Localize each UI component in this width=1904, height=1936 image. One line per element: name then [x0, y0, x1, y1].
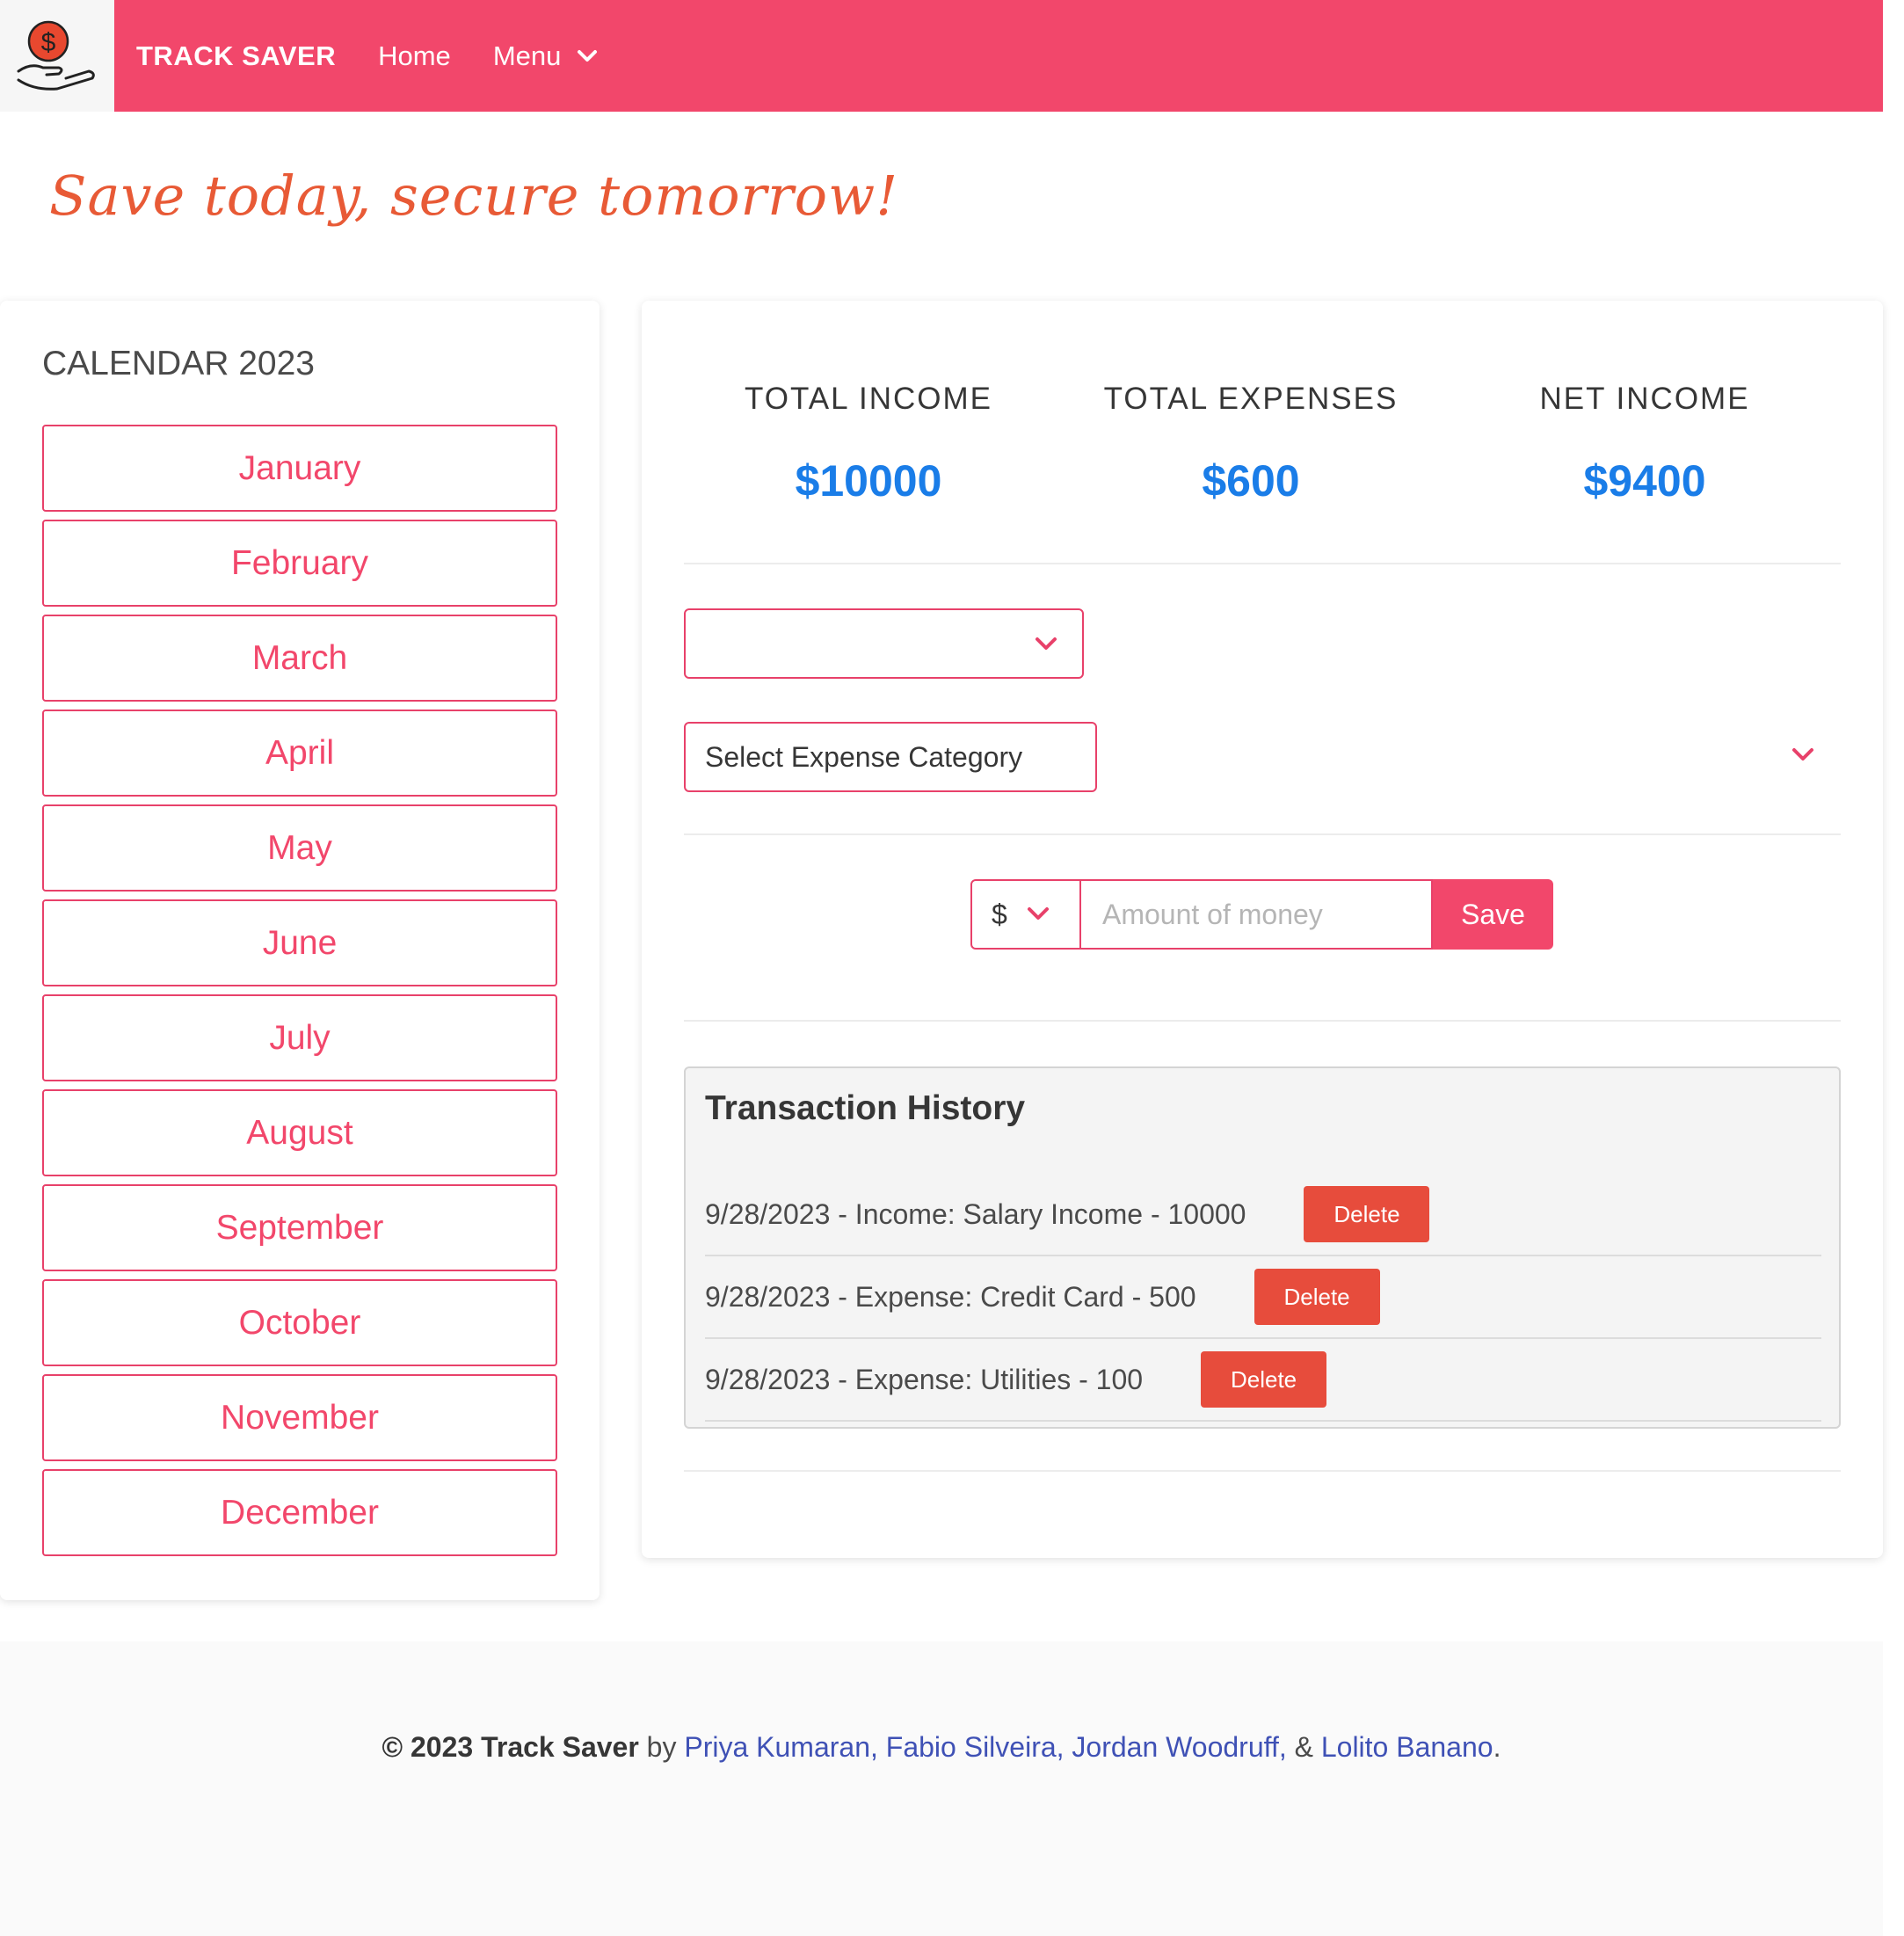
delete-button[interactable]: Delete [1201, 1351, 1327, 1408]
transaction-text: 9/28/2023 - Expense: Credit Card - 500 [705, 1280, 1196, 1313]
expense-category-select[interactable]: Select Expense Category [684, 722, 1097, 792]
transaction-type-select[interactable] [684, 608, 1084, 679]
chevron-down-icon[interactable] [1791, 747, 1814, 763]
total-income-label: TOTAL INCOME [745, 382, 992, 416]
footer-credits: © 2023 Track Saver by Priya Kumaran, Fab… [0, 1731, 1883, 1764]
nav-menu-label: Menu [492, 40, 562, 71]
divider [684, 563, 1841, 564]
month-button-february[interactable]: February [42, 520, 557, 607]
net-income-value: $9400 [1583, 456, 1706, 506]
chevron-down-icon [1036, 637, 1057, 650]
delete-button[interactable]: Delete [1254, 1269, 1380, 1325]
divider [684, 1470, 1841, 1472]
month-button-may[interactable]: May [42, 804, 557, 892]
author-link-priya[interactable]: Priya Kumaran, [684, 1731, 878, 1763]
transaction-text: 9/28/2023 - Expense: Utilities - 100 [705, 1363, 1144, 1395]
tagline: Save today, secure tomorrow! [49, 164, 899, 228]
calendar-title: CALENDAR 2023 [42, 345, 315, 382]
divider [684, 833, 1841, 835]
history-title: Transaction History [705, 1089, 1026, 1127]
main-panel: TOTAL INCOME $10000 TOTAL EXPENSES $600 … [642, 301, 1883, 1558]
total-expenses-label: TOTAL EXPENSES [1103, 382, 1399, 416]
navbar: $ TRACK SAVER Home Menu [0, 0, 1883, 112]
chevron-down-icon [578, 49, 598, 62]
footer-period: . [1493, 1731, 1501, 1763]
month-button-october[interactable]: October [42, 1279, 557, 1366]
month-list: January February March April May June Ju… [42, 425, 557, 1564]
author-link-lolito[interactable]: Lolito Banano [1321, 1731, 1493, 1763]
logo[interactable]: $ [0, 0, 114, 112]
transaction-row: 9/28/2023 - Expense: Utilities - 100 Del… [705, 1339, 1821, 1422]
net-income-label: NET INCOME [1539, 382, 1750, 416]
footer-by: by [646, 1731, 677, 1763]
month-button-september[interactable]: September [42, 1184, 557, 1271]
total-income-stat: TOTAL INCOME $10000 [684, 382, 1053, 506]
nav-home-link[interactable]: Home [378, 40, 451, 72]
month-button-november[interactable]: November [42, 1374, 557, 1461]
transaction-history: Transaction History 9/28/2023 - Income: … [684, 1066, 1841, 1429]
transaction-text: 9/28/2023 - Income: Salary Income - 1000… [705, 1197, 1246, 1230]
nav-menu-dropdown[interactable]: Menu [493, 40, 599, 72]
currency-value: $ [992, 898, 1007, 930]
money-hand-icon: $ [17, 20, 95, 91]
calendar-panel: CALENDAR 2023 January February March Apr… [0, 301, 600, 1600]
footer-ampersand: & [1294, 1731, 1313, 1763]
save-button[interactable]: Save [1433, 879, 1553, 950]
brand-name[interactable]: TRACK SAVER [136, 40, 336, 72]
transaction-row: 9/28/2023 - Expense: Credit Card - 500 D… [705, 1256, 1821, 1339]
author-link-fabio[interactable]: Fabio Silveira, [886, 1731, 1065, 1763]
month-button-december[interactable]: December [42, 1469, 557, 1556]
footer-copyright: © 2023 Track Saver [382, 1731, 639, 1763]
divider [684, 1020, 1841, 1022]
chevron-down-icon [1027, 907, 1049, 920]
expense-category-value: Select Expense Category [705, 740, 1023, 773]
total-expenses-stat: TOTAL EXPENSES $600 [1053, 382, 1449, 506]
amount-input[interactable] [1081, 879, 1433, 950]
month-button-march[interactable]: March [42, 615, 557, 702]
month-button-january[interactable]: January [42, 425, 557, 512]
month-button-june[interactable]: June [42, 899, 557, 986]
total-income-value: $10000 [795, 456, 942, 506]
nav-home-label: Home [378, 40, 451, 71]
month-button-april[interactable]: April [42, 710, 557, 797]
transaction-row: 9/28/2023 - Income: Salary Income - 1000… [705, 1174, 1821, 1256]
total-expenses-value: $600 [1202, 456, 1300, 506]
svg-text:$: $ [41, 28, 56, 57]
stats-row: TOTAL INCOME $10000 TOTAL EXPENSES $600 … [684, 382, 1841, 506]
transaction-list: 9/28/2023 - Income: Salary Income - 1000… [705, 1174, 1821, 1422]
delete-button[interactable]: Delete [1304, 1186, 1430, 1242]
amount-form: $ Save [970, 879, 1553, 950]
author-link-jordan[interactable]: Jordan Woodruff, [1072, 1731, 1286, 1763]
footer: © 2023 Track Saver by Priya Kumaran, Fab… [0, 1641, 1883, 1936]
month-button-august[interactable]: August [42, 1089, 557, 1176]
currency-select[interactable]: $ [970, 879, 1081, 950]
net-income-stat: NET INCOME $9400 [1449, 382, 1841, 506]
month-button-july[interactable]: July [42, 994, 557, 1081]
